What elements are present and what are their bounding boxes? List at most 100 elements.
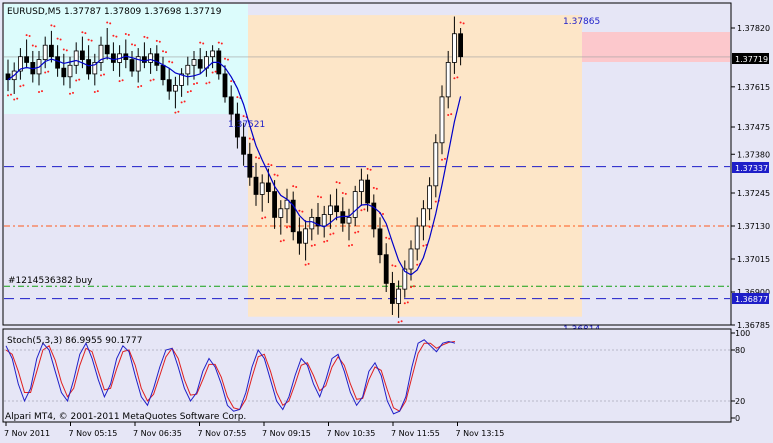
- sar-dot: [382, 212, 384, 215]
- sar-dot: [220, 42, 223, 45]
- sar-dot: [214, 70, 217, 73]
- sar-dot: [320, 196, 322, 199]
- sar-dot: [292, 185, 295, 188]
- sar-dot: [270, 164, 273, 167]
- sar-dot: [273, 173, 276, 176]
- sar-dot: [224, 57, 226, 60]
- sar-dot: [307, 262, 310, 265]
- sar-dot: [137, 85, 140, 88]
- sar-dot: [375, 187, 378, 190]
- sar-dot: [394, 265, 397, 268]
- sar-dot: [59, 38, 62, 41]
- sar-dot: [450, 113, 453, 116]
- sar-dot: [124, 33, 127, 36]
- zone-pink: [582, 32, 730, 62]
- chart-window[interactable]: EURUSD,M5 1.37787 1.37809 1.37698 1.3771…: [0, 0, 773, 443]
- sar-dot: [332, 232, 335, 235]
- sar-dot: [10, 93, 12, 96]
- candle-body: [228, 96, 234, 115]
- candle-body: [166, 79, 172, 92]
- candle-body: [111, 53, 116, 63]
- sar-dot: [72, 91, 74, 94]
- sar-dot: [397, 321, 400, 324]
- candle-body: [284, 199, 290, 210]
- sar-dot: [348, 244, 350, 247]
- sar-dot: [134, 44, 136, 47]
- sar-dot: [264, 216, 267, 219]
- sar-dot: [416, 263, 419, 266]
- sar-dot: [459, 21, 462, 24]
- sar-dot: [193, 82, 195, 85]
- candle-body: [358, 179, 364, 192]
- sar-dot: [227, 58, 229, 61]
- sar-dot: [286, 226, 288, 229]
- sar-dot: [329, 233, 332, 236]
- sar-dot: [75, 79, 78, 82]
- candle-body: [241, 136, 247, 155]
- candle-body: [303, 228, 309, 244]
- sar-dot: [248, 137, 251, 140]
- stoch-tick-label: 100: [735, 329, 750, 338]
- stoch-tick-label: 20: [735, 397, 745, 406]
- sar-dot: [428, 225, 431, 228]
- sar-dot: [106, 21, 109, 24]
- symbol-header: EURUSD,M5 1.37787 1.37809 1.37698 1.3771…: [7, 7, 222, 17]
- sar-dot: [363, 208, 366, 211]
- sar-dot: [155, 39, 158, 42]
- candle-body: [55, 56, 60, 69]
- sar-dot: [323, 240, 326, 243]
- sar-dot: [242, 115, 245, 118]
- sar-dot: [186, 90, 189, 93]
- sar-dot: [41, 90, 43, 93]
- sar-dot: [258, 157, 260, 160]
- sar-dot: [444, 157, 446, 160]
- sar-dot: [317, 195, 319, 198]
- sar-dot: [87, 38, 90, 41]
- sar-dot: [462, 22, 465, 25]
- candle-body: [259, 182, 265, 195]
- sar-dot: [171, 61, 174, 64]
- candle-body: [253, 176, 259, 195]
- sar-dot: [28, 35, 31, 38]
- sar-dot: [261, 217, 264, 220]
- sar-dot: [403, 302, 406, 305]
- sar-dot: [146, 36, 149, 39]
- price-tick-label: 1.37475: [737, 123, 770, 132]
- sar-dot: [69, 92, 71, 95]
- sar-dot: [34, 45, 37, 48]
- time-tick-label: 7 Nov 09:15: [262, 429, 311, 438]
- sar-dot: [422, 244, 425, 247]
- price-axis: 1.37820 1.37615 1.37475 1.37380 1.37245 1.371…: [731, 24, 770, 330]
- sar-dot: [400, 320, 403, 323]
- candle-body: [86, 59, 91, 75]
- candle-body: [154, 53, 160, 66]
- candle-body: [420, 208, 426, 227]
- candle-body: [334, 205, 340, 213]
- sar-dot: [205, 82, 208, 85]
- sar-dot: [338, 181, 341, 184]
- candle-body: [309, 216, 315, 230]
- sar-dot: [441, 158, 443, 161]
- sar-dot: [301, 210, 304, 213]
- time-tick-label: 7 Nov 13:15: [456, 429, 505, 438]
- sar-dot: [357, 230, 360, 233]
- time-tick-label: 7 Nov 10:35: [327, 429, 376, 438]
- candle-body: [172, 84, 178, 92]
- sar-dot: [174, 111, 177, 114]
- sar-dot: [56, 37, 59, 40]
- sar-dot: [388, 237, 391, 240]
- sar-dot: [22, 84, 25, 87]
- time-tick-label: 7 Nov 2011: [4, 429, 50, 438]
- sar-dot: [208, 81, 211, 84]
- sar-dot: [180, 101, 183, 104]
- time-tick-label: 7 Nov 06:35: [133, 429, 182, 438]
- sar-dot: [366, 167, 369, 170]
- candle-body: [451, 33, 457, 63]
- candle-body: [148, 53, 154, 63]
- stoch-tick-label: 0: [735, 414, 740, 423]
- sar-dot: [230, 80, 233, 83]
- sar-dot: [127, 33, 130, 36]
- copyright: Alpari MT4, © 2001-2011 MetaQuotes Softw…: [5, 412, 246, 422]
- sar-dot: [196, 82, 198, 85]
- candle-body: [352, 191, 358, 218]
